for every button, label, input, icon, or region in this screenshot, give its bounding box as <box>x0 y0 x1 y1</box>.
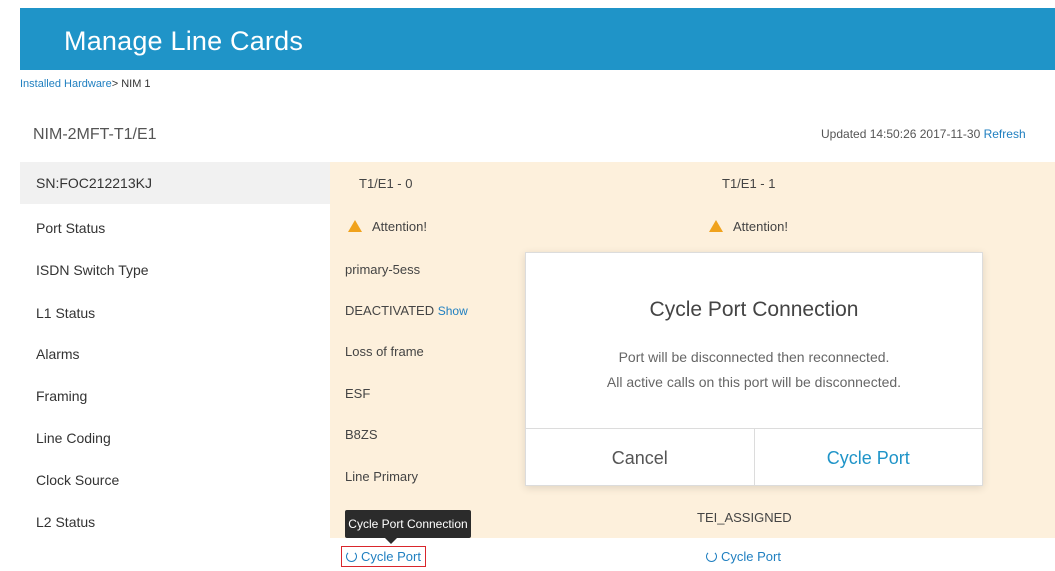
port1-l2-status: TEI_ASSIGNED <box>697 510 792 525</box>
cancel-button[interactable]: Cancel <box>526 429 755 486</box>
breadcrumb-installed-hardware[interactable]: Installed Hardware <box>20 78 112 90</box>
port0-cycle-port-label: Cycle Port <box>361 549 421 564</box>
dialog-title: Cycle Port Connection <box>649 298 859 321</box>
port1-cycle-port-label: Cycle Port <box>721 549 781 564</box>
dialog-message-line2: All active calls on this port will be di… <box>606 374 902 390</box>
updated-timestamp: Updated 14:50:26 2017-11-30 <box>821 127 981 141</box>
port0-clock-source: Line Primary <box>345 469 418 484</box>
refresh-link[interactable]: Refresh <box>984 127 1026 141</box>
confirm-cycle-port-button[interactable]: Cycle Port <box>755 429 983 486</box>
page-header: Manage Line Cards <box>20 8 1055 70</box>
updated-status: Updated 14:50:26 2017-11-30 Refresh <box>821 127 1026 141</box>
label-port-status: Port Status <box>36 220 106 236</box>
port0-l1-show-link[interactable]: Show <box>438 304 468 318</box>
port0-framing: ESF <box>345 386 371 401</box>
label-l2-status: L2 Status <box>36 514 96 530</box>
dialog-buttons: Cancel Cycle Port <box>526 428 982 486</box>
label-line-coding: Line Coding <box>36 430 111 446</box>
port0-l1-status-value: DEACTIVATED <box>345 303 435 318</box>
cycle-icon <box>706 551 717 562</box>
port1-status-text: Attention! <box>733 219 788 234</box>
warning-icon <box>348 220 362 232</box>
port1-cycle-port-button[interactable]: Cycle Port <box>706 549 781 564</box>
port0-isdn-switch-type: primary-5ess <box>345 262 421 277</box>
cycle-icon <box>346 551 357 562</box>
cycle-port-dialog: Cycle Port Connection Port will be disco… <box>525 252 983 486</box>
port0-cycle-port-button[interactable]: Cycle Port <box>341 546 426 567</box>
port0-status: Attention! <box>348 219 427 235</box>
label-isdn-switch-type: ISDN Switch Type <box>36 262 149 278</box>
serial-number: SN:FOC212213KJ <box>36 175 152 191</box>
cycle-port-tooltip: Cycle Port Connection <box>345 510 471 544</box>
label-alarms: Alarms <box>36 346 80 362</box>
port1-status: Attention! <box>709 219 788 235</box>
breadcrumb: Installed Hardware> NIM 1 <box>20 78 151 90</box>
warning-icon <box>709 220 723 232</box>
port0-header: T1/E1 - 0 <box>359 176 413 191</box>
port0-l1-status: DEACTIVATED Show <box>345 303 468 319</box>
port0-alarms: Loss of frame <box>345 344 424 359</box>
dialog-message-line1: Port will be disconnected then reconnect… <box>618 349 890 365</box>
port0-line-coding: B8ZS <box>345 427 378 442</box>
label-clock-source: Clock Source <box>36 472 120 488</box>
label-framing: Framing <box>36 388 88 404</box>
breadcrumb-current: NIM 1 <box>118 78 151 90</box>
label-l1-status: L1 Status <box>36 305 96 321</box>
port0-status-text: Attention! <box>372 219 427 234</box>
page-title: Manage Line Cards <box>64 26 304 56</box>
port1-header: T1/E1 - 1 <box>722 176 776 191</box>
device-title: NIM-2MFT-T1/E1 <box>33 126 157 143</box>
